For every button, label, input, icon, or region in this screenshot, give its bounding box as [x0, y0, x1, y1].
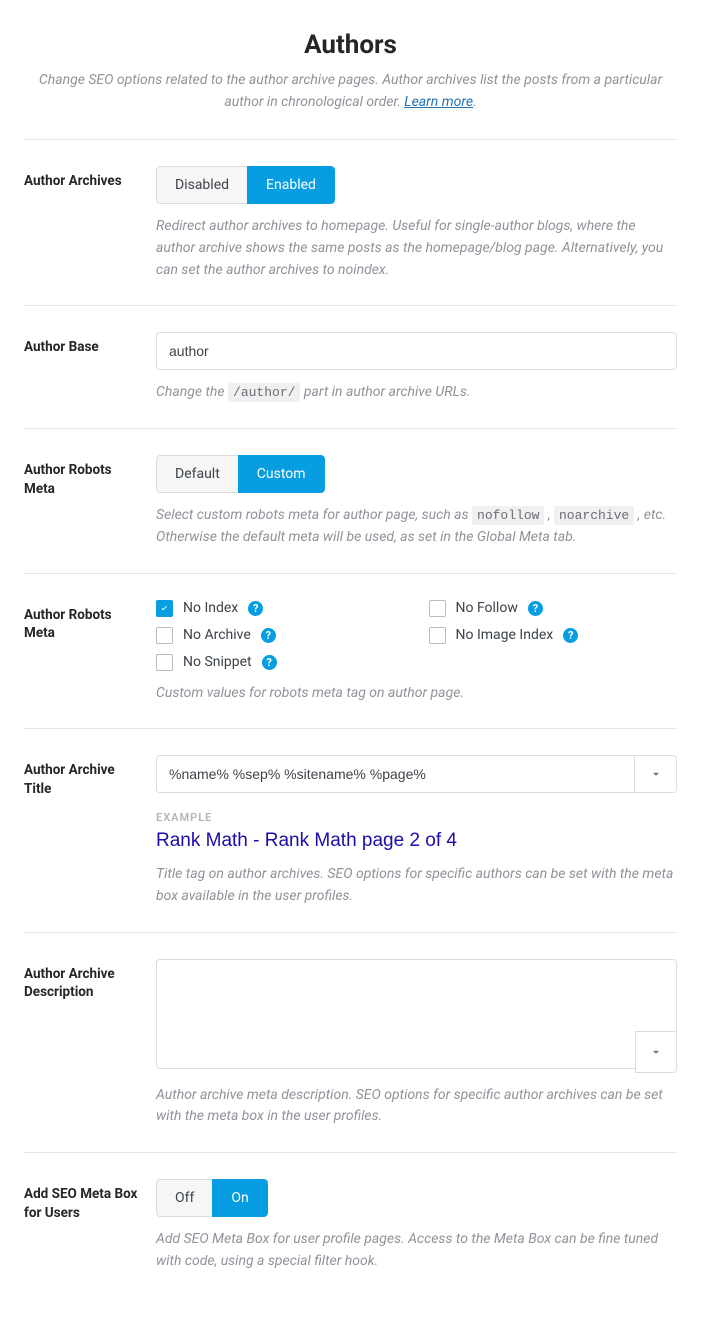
seo-box-label: Add SEO Meta Box for Users	[24, 1179, 142, 1223]
robots-checkbox-item[interactable]: No Archive?	[156, 627, 405, 644]
chevron-down-icon	[649, 1045, 663, 1059]
example-label: EXAMPLE	[156, 811, 677, 824]
robots-checkbox-item[interactable]: No Index?	[156, 600, 405, 617]
author-archives-toggle: Disabled Enabled	[156, 166, 335, 204]
checkbox-icon[interactable]	[429, 600, 446, 617]
robots-checkbox-label: No Snippet	[183, 654, 252, 670]
help-icon[interactable]: ?	[261, 628, 276, 643]
author-robots-meta-label: Author Robots Meta	[24, 600, 142, 644]
page-title: Authors	[24, 30, 677, 60]
robots-checkbox-label: No Follow	[456, 600, 518, 616]
author-robots-mode-help: Select custom robots meta for author pag…	[156, 505, 677, 548]
learn-more-link[interactable]: Learn more	[404, 94, 473, 110]
author-base-label: Author Base	[24, 332, 142, 357]
author-archive-title-label: Author Archive Title	[24, 755, 142, 799]
example-preview: Rank Math - Rank Math page 2 of 4	[156, 830, 677, 852]
help-icon[interactable]: ?	[248, 601, 263, 616]
chevron-down-icon	[649, 767, 663, 781]
author-robots-mode-label: Author Robots Meta	[24, 455, 142, 499]
help-icon[interactable]: ?	[563, 628, 578, 643]
author-archives-help: Redirect author archives to homepage. Us…	[156, 216, 677, 281]
author-robots-meta-help: Custom values for robots meta tag on aut…	[156, 683, 677, 705]
author-archives-enabled-button[interactable]: Enabled	[247, 166, 335, 204]
archive-desc-help: Author archive meta description. SEO opt…	[156, 1085, 677, 1128]
checkbox-icon[interactable]	[156, 627, 173, 644]
seo-box-help: Add SEO Meta Box for user profile pages.…	[156, 1229, 677, 1272]
robots-checkbox-item[interactable]: No Snippet?	[156, 654, 405, 671]
robots-checkbox-item[interactable]: No Follow?	[429, 600, 678, 617]
seo-box-toggle: Off On	[156, 1179, 268, 1217]
author-robots-mode-toggle: Default Custom	[156, 455, 325, 493]
robots-checkbox-item[interactable]: No Image Index?	[429, 627, 678, 644]
author-archives-label: Author Archives	[24, 166, 142, 191]
check-icon	[159, 603, 170, 614]
author-base-help: Change the /author/ part in author archi…	[156, 382, 677, 404]
author-archive-desc-label: Author Archive Description	[24, 959, 142, 1003]
help-icon[interactable]: ?	[528, 601, 543, 616]
checkbox-icon[interactable]	[156, 654, 173, 671]
page-description: Change SEO options related to the author…	[34, 70, 667, 113]
archive-title-dropdown-button[interactable]	[634, 756, 676, 792]
author-archives-disabled-button[interactable]: Disabled	[156, 166, 248, 204]
archive-title-combo	[156, 755, 677, 793]
seo-box-off-button[interactable]: Off	[156, 1179, 213, 1217]
archive-desc-textarea[interactable]	[156, 959, 677, 1069]
archive-desc-dropdown-button[interactable]	[635, 1031, 677, 1073]
robots-checkbox-label: No Image Index	[456, 627, 554, 643]
seo-box-on-button[interactable]: On	[212, 1179, 267, 1217]
robots-default-button[interactable]: Default	[156, 455, 239, 493]
robots-checkbox-label: No Archive	[183, 627, 251, 643]
robots-meta-grid: No Index?No Follow?No Archive?No Image I…	[156, 600, 677, 671]
help-icon[interactable]: ?	[262, 655, 277, 670]
archive-title-input[interactable]	[157, 756, 634, 792]
checkbox-checked-icon[interactable]	[156, 600, 173, 617]
author-base-input[interactable]	[156, 332, 677, 370]
robots-checkbox-label: No Index	[183, 600, 238, 616]
checkbox-icon[interactable]	[429, 627, 446, 644]
archive-title-help: Title tag on author archives. SEO option…	[156, 864, 677, 907]
robots-custom-button[interactable]: Custom	[238, 455, 325, 493]
